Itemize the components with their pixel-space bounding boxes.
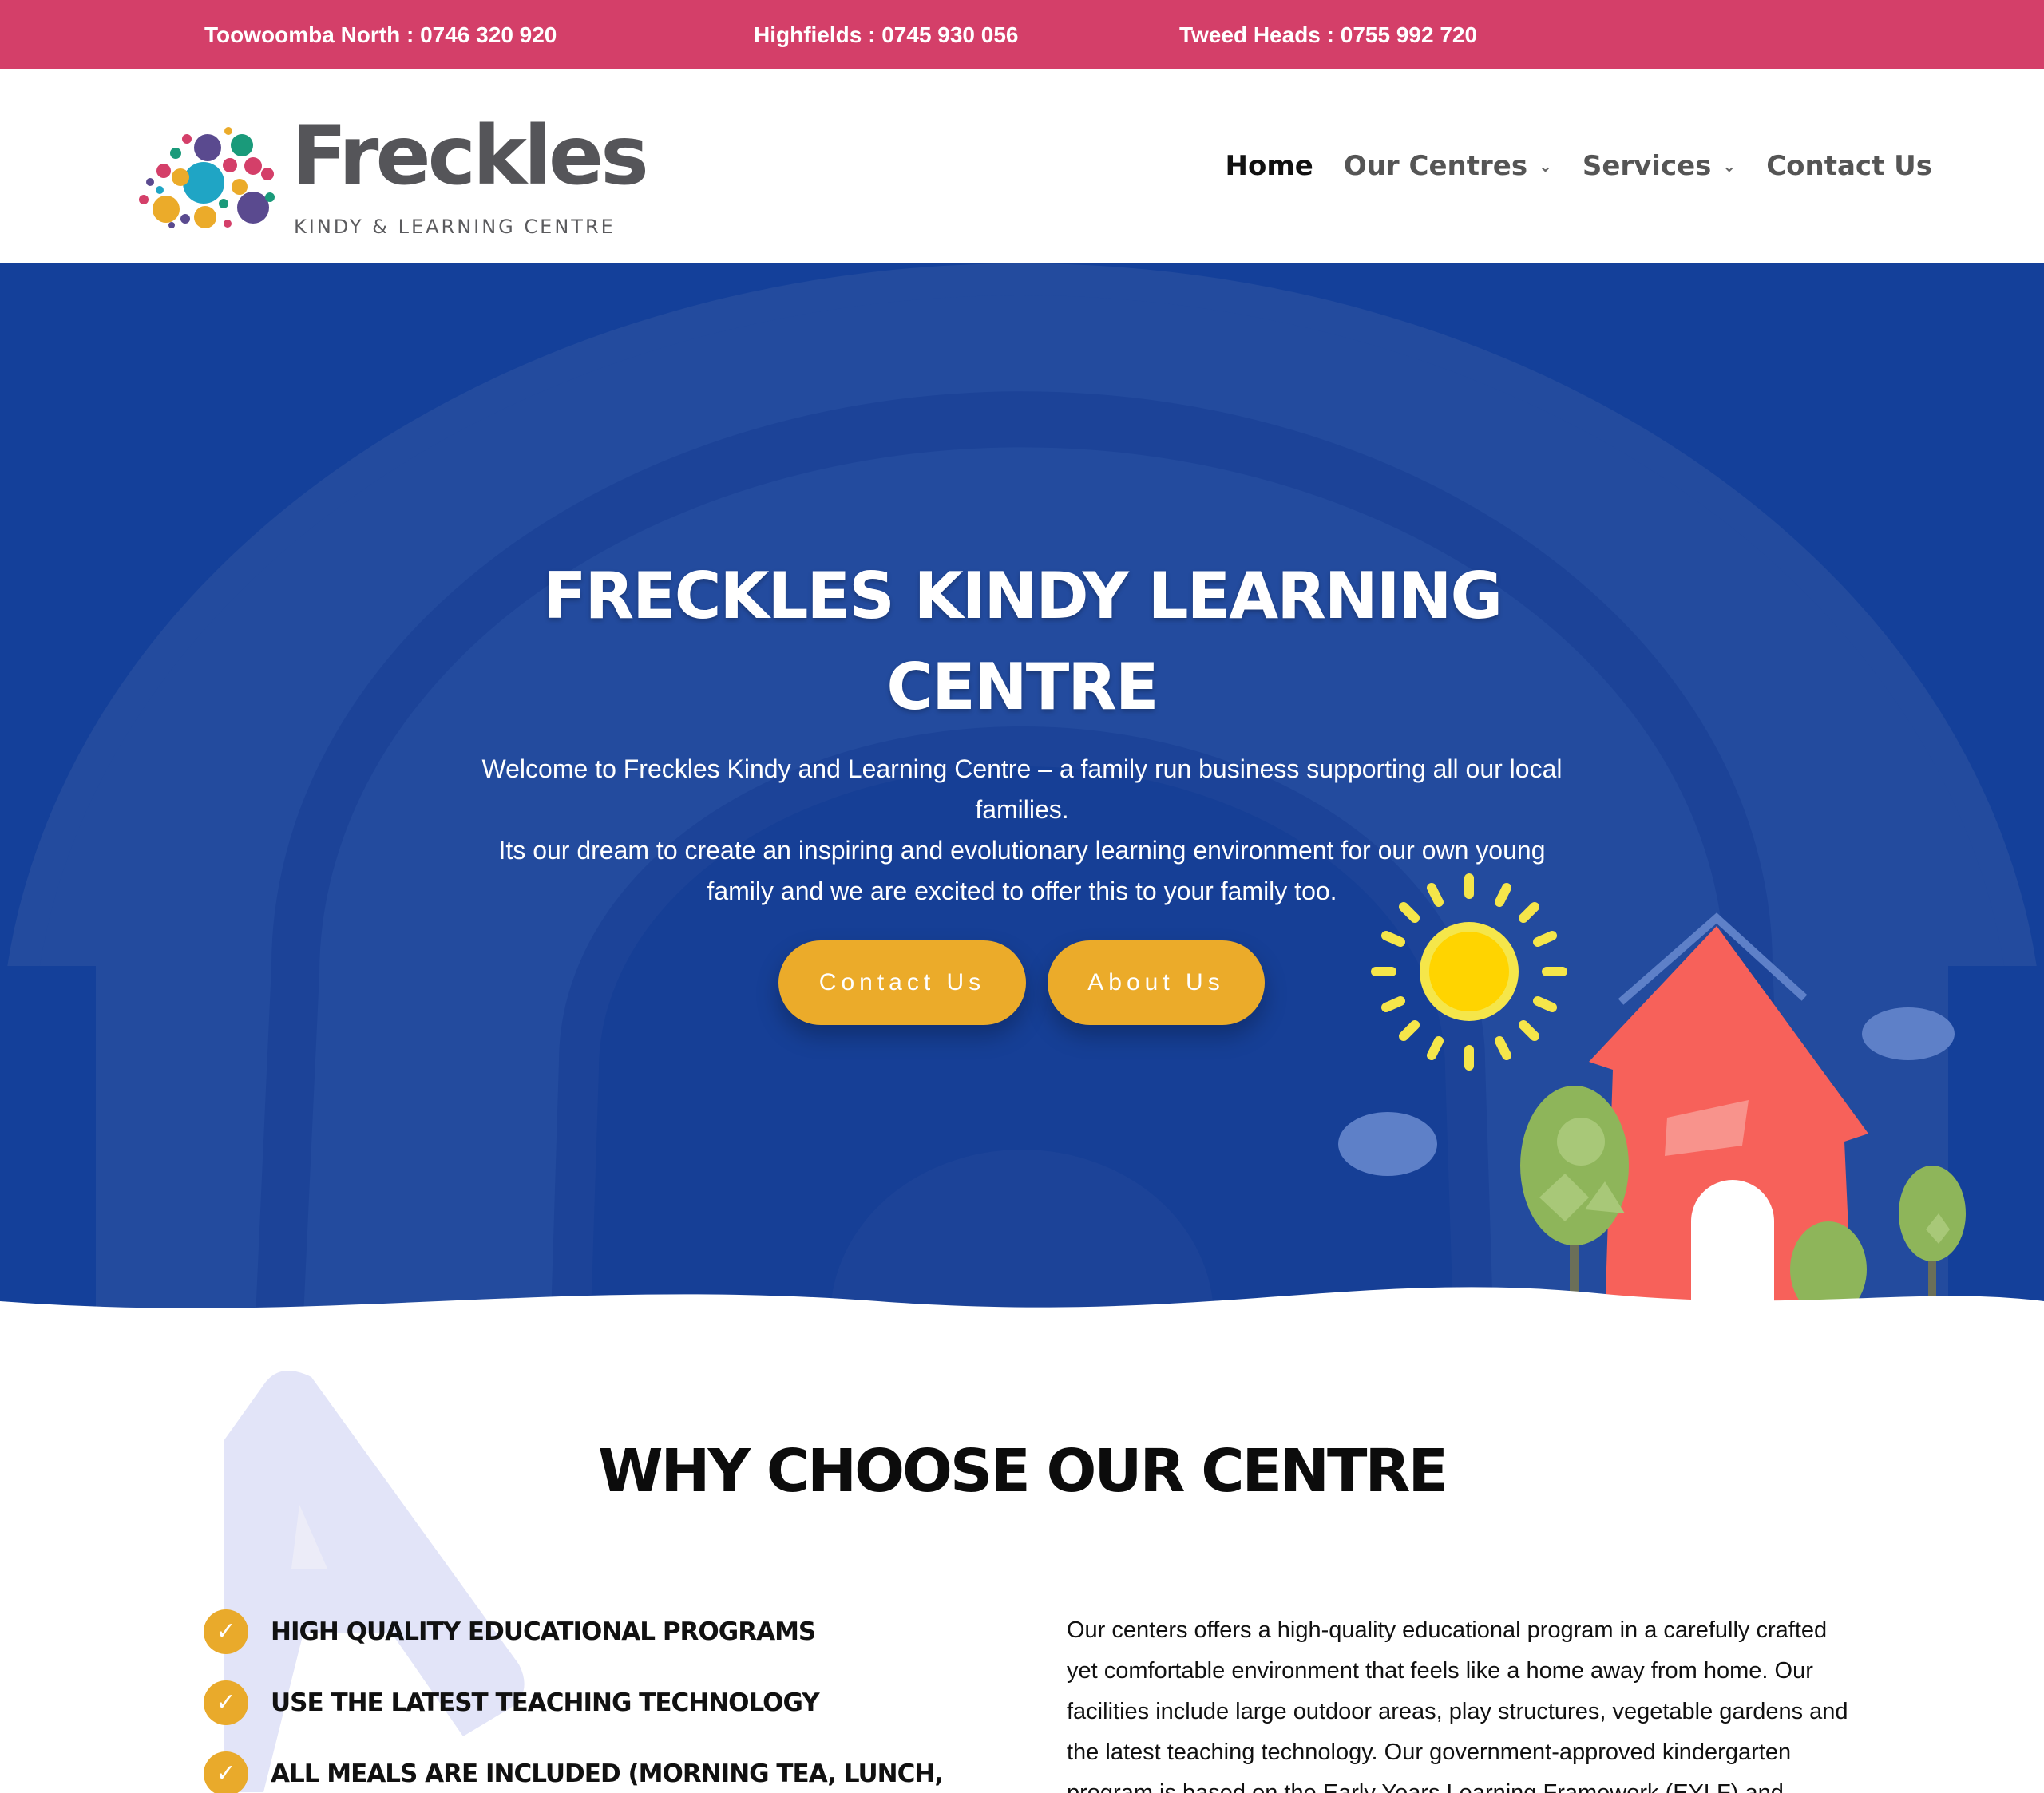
why-choose-paragraph: Our centers offers a high-quality educat… bbox=[1067, 1617, 1848, 1793]
phone-highfields[interactable]: Highfields : 0745 930 056 bbox=[754, 0, 1019, 69]
letter-a-decoration-icon bbox=[224, 1371, 525, 1792]
cloud-icon bbox=[1338, 1112, 1437, 1176]
section-title-why-choose: WHY CHOOSE OUR CENTRE bbox=[597, 1437, 1448, 1506]
nav-contact-us-label: Contact Us bbox=[1766, 150, 1932, 182]
site-header: Freckles KINDY & LEARNING CENTRE Home Ou… bbox=[0, 69, 2044, 263]
feature-item: ✓ USE THE LATEST TEACHING TECHNOLOGY bbox=[204, 1679, 820, 1727]
feature-item: ✓ HIGH QUALITY EDUCATIONAL PROGRAMS bbox=[204, 1608, 816, 1656]
phone-tweed-heads[interactable]: Tweed Heads : 0755 992 720 bbox=[1179, 0, 1477, 69]
phone-toowoomba-north[interactable]: Toowoomba North : 0746 320 920 bbox=[204, 0, 557, 69]
nav-our-centres-label: Our Centres bbox=[1343, 150, 1528, 182]
hero-title-line-2: CENTRE bbox=[886, 650, 1159, 724]
feature-text: HIGH QUALITY EDUCATIONAL PROGRAMS bbox=[271, 1617, 816, 1646]
chevron-down-icon: ⌄ bbox=[1722, 156, 1737, 176]
nav-home-label: Home bbox=[1225, 150, 1313, 182]
hero-title: FRECKLES KINDY LEARNING CENTRE bbox=[0, 551, 2044, 733]
check-icon: ✓ bbox=[204, 1680, 248, 1725]
feature-text: USE THE LATEST TEACHING TECHNOLOGY bbox=[271, 1688, 820, 1717]
feature-item: ✓ ALL MEALS ARE INCLUDED (MORNING TEA, L… bbox=[204, 1750, 944, 1793]
check-icon: ✓ bbox=[204, 1609, 248, 1654]
nav-services-label: Services bbox=[1582, 150, 1712, 182]
feature-text: ALL MEALS ARE INCLUDED (MORNING TEA, LUN… bbox=[271, 1759, 944, 1788]
logo-wordmark: Freckles bbox=[291, 109, 649, 204]
hero-description: Welcome to Freckles Kindy and Learning C… bbox=[463, 749, 1581, 912]
hero-text-welcome: Welcome to Freckles Kindy and Learning C… bbox=[481, 754, 1563, 824]
nav-our-centres[interactable]: Our Centres ⌄ bbox=[1344, 150, 1552, 182]
main-nav: Home Our Centres ⌄ Services ⌄ Contact Us bbox=[1195, 69, 1933, 263]
hero-text-dream: Its our dream to create an inspiring and… bbox=[498, 836, 1546, 905]
cloud-icon bbox=[1862, 1007, 1955, 1060]
hero-section: FRECKLES KINDY LEARNING CENTRE Welcome t… bbox=[0, 263, 2044, 1317]
check-icon: ✓ bbox=[204, 1751, 248, 1793]
top-bar: Toowoomba North : 0746 320 920 Highfield… bbox=[0, 0, 2044, 69]
nav-home[interactable]: Home bbox=[1226, 150, 1313, 182]
freckles-logo[interactable]: Freckles KINDY & LEARNING CENTRE bbox=[128, 97, 649, 241]
nav-services[interactable]: Services ⌄ bbox=[1583, 150, 1736, 182]
nav-contact-us[interactable]: Contact Us bbox=[1766, 150, 1932, 182]
logo-tagline: KINDY & LEARNING CENTRE bbox=[294, 216, 616, 238]
hero-title-line-1: FRECKLES KINDY LEARNING bbox=[542, 559, 1503, 633]
contact-us-button[interactable]: Contact Us bbox=[778, 940, 1026, 1025]
freckles-dots-logo-icon bbox=[139, 127, 275, 228]
chevron-down-icon: ⌄ bbox=[1539, 156, 1552, 176]
about-us-button[interactable]: About Us bbox=[1048, 940, 1265, 1025]
